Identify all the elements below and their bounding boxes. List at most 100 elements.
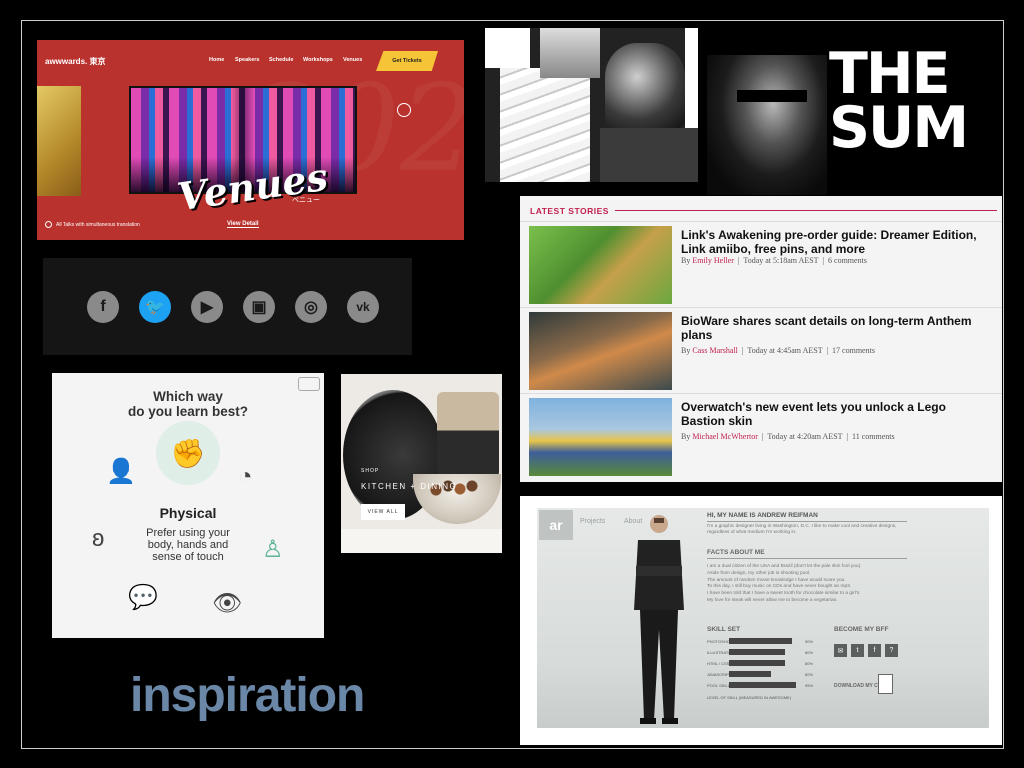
- story-item[interactable]: Overwatch's new event lets you unlock a …: [520, 393, 1002, 478]
- shop-title: KITCHEN + DINING: [361, 482, 458, 491]
- nav-venues[interactable]: Venues: [343, 57, 362, 63]
- instagram-icon[interactable]: ◎: [295, 291, 327, 323]
- story-thumbnail[interactable]: [529, 398, 672, 476]
- facebook-icon[interactable]: f: [87, 291, 119, 323]
- story-meta: By Michael McWhertor | Today at 4:20am A…: [681, 432, 895, 441]
- dark-block: [600, 128, 698, 182]
- story-author[interactable]: Michael McWhertor: [692, 432, 758, 441]
- person-speaking-icon: 👤: [106, 458, 136, 485]
- youtube-icon[interactable]: ▶: [191, 291, 223, 323]
- learning-style-heading: Physical: [159, 505, 217, 521]
- translation-note: All Talks with simultaneous translation: [45, 221, 140, 228]
- vk-icon[interactable]: vk: [347, 291, 379, 323]
- learning-question: Which way do you learn best?: [52, 389, 324, 419]
- nav-schedule[interactable]: Schedule: [269, 57, 293, 63]
- facts-heading: FACTS ABOUT ME: [707, 549, 765, 556]
- story-time: Today at 5:18am AEST: [743, 256, 819, 265]
- skill-set-heading: SKILL SET: [707, 626, 741, 633]
- nav-projects[interactable]: Projects: [580, 518, 605, 525]
- shop-kicker: SHOP: [361, 468, 380, 474]
- story-time: Today at 4:20am AEST: [767, 432, 843, 441]
- bff-heading: BECOME MY BFF: [834, 626, 889, 633]
- portrait-figure: [634, 515, 684, 724]
- view-all-button[interactable]: VIEW ALL: [361, 504, 405, 520]
- view-detail-link[interactable]: View Detail: [227, 221, 259, 228]
- email-icon[interactable]: ✉: [834, 644, 847, 657]
- story-title[interactable]: Overwatch's new event lets you unlock a …: [681, 400, 981, 428]
- skill-bar: [729, 671, 771, 677]
- story-title[interactable]: BioWare shares scant details on long-ter…: [681, 314, 981, 342]
- document-icon[interactable]: [878, 674, 893, 694]
- question-line: Which way: [153, 389, 223, 404]
- speech-bubble-icon: 💬: [128, 584, 158, 611]
- story-comments[interactable]: 11 comments: [852, 432, 895, 441]
- fact-item: I have been told that I have a sweet too…: [707, 591, 861, 597]
- ar-logo[interactable]: ar: [539, 510, 573, 540]
- skill-bar: [729, 660, 785, 666]
- censor-bar: [737, 90, 807, 102]
- facts-rule: [707, 558, 907, 559]
- skill-percent: 60%: [805, 672, 814, 677]
- caption-title: inspiration: [130, 669, 365, 722]
- architecture-collage: [485, 28, 698, 182]
- white-block: [485, 28, 530, 68]
- cursor-ring: [397, 103, 411, 117]
- by-label: By: [681, 346, 691, 355]
- twitter-icon[interactable]: 🐦: [139, 291, 171, 323]
- translate-icon: [45, 221, 52, 228]
- translation-text: All Talks with simultaneous translation: [56, 221, 140, 228]
- person-icon: ♙: [262, 536, 284, 563]
- story-thumbnail[interactable]: [529, 226, 672, 304]
- side-image: [37, 86, 81, 196]
- fist-icon: ✊: [156, 421, 220, 485]
- by-label: By: [681, 256, 691, 265]
- awwwards-panel: 2020 awwwards. 東京 Home Speakers Schedule…: [37, 40, 464, 240]
- skill-bar: [729, 638, 792, 644]
- twitter-icon[interactable]: t: [851, 644, 864, 657]
- nav-home[interactable]: Home: [209, 57, 224, 63]
- awwwards-logo[interactable]: awwwards. 東京: [45, 56, 105, 67]
- intro-text: I'm a graphic designer living in Washing…: [707, 524, 897, 535]
- help-icon[interactable]: ?: [885, 644, 898, 657]
- portfolio-panel: ar Projects About HI, MY NAME IS ANDREW …: [520, 496, 1002, 745]
- building-photo: [500, 68, 590, 182]
- portrait-photo: [707, 55, 827, 195]
- fact-item: My love for steak will never allow me to…: [707, 597, 838, 603]
- facts-list: I am a dual citizen of the USA and Brazi…: [707, 564, 862, 605]
- nav-workshops[interactable]: Workshops: [303, 57, 333, 63]
- story-thumbnail[interactable]: [529, 312, 672, 390]
- story-item[interactable]: BioWare shares scant details on long-ter…: [520, 307, 1002, 392]
- kitchen-shop-panel: SHOP KITCHEN + DINING VIEW ALL: [341, 374, 502, 553]
- the-sum-panel: THE SUM: [707, 40, 1000, 195]
- story-meta: By Cass Marshall | Today at 4:45am AEST …: [681, 346, 875, 355]
- head-icon: ◔: [238, 463, 253, 490]
- heading-rule: [707, 521, 907, 522]
- latest-stories-panel: LATEST STORIES Link's Awakening pre-orde…: [520, 196, 1002, 482]
- skill-note: LEVEL OF SKILL (MEASURED IN AWESOME): [707, 695, 792, 700]
- nav-speakers[interactable]: Speakers: [235, 57, 259, 63]
- skill-label: HTML / CSS: [707, 661, 730, 666]
- get-tickets-button[interactable]: Get Tickets: [376, 51, 438, 71]
- story-comments[interactable]: 6 comments: [828, 256, 867, 265]
- story-time: Today at 4:45am AEST: [747, 346, 823, 355]
- chess-knight-photo: [605, 43, 685, 128]
- social-icons-bar: f 🐦 ▶ ▣ ◎ vk: [43, 258, 412, 355]
- story-title[interactable]: Link's Awakening pre-order guide: Dreame…: [681, 228, 981, 256]
- story-item[interactable]: Link's Awakening pre-order guide: Dreame…: [520, 221, 1002, 306]
- story-comments[interactable]: 17 comments: [832, 346, 875, 355]
- by-label: By: [681, 432, 691, 441]
- venues-kana: ベニュー: [292, 197, 320, 204]
- twitch-icon[interactable]: ▣: [243, 291, 275, 323]
- facebook-icon[interactable]: f: [868, 644, 881, 657]
- fact-item: Aside from design, my other job is shoot…: [707, 570, 811, 576]
- skill-percent: 95%: [805, 683, 814, 688]
- canister-photo: [437, 392, 499, 478]
- download-cv-link[interactable]: DOWNLOAD MY CV: [834, 683, 881, 689]
- the-sum-title-line2: SUM: [829, 95, 969, 161]
- eye-icon: 👁: [212, 590, 243, 617]
- skill-bar: [729, 682, 796, 688]
- story-author[interactable]: Emily Heller: [692, 256, 734, 265]
- story-author[interactable]: Cass Marshall: [692, 346, 738, 355]
- white-strip: [685, 28, 698, 128]
- fact-item: I am a dual citizen of the USA and Brazi…: [707, 564, 862, 569]
